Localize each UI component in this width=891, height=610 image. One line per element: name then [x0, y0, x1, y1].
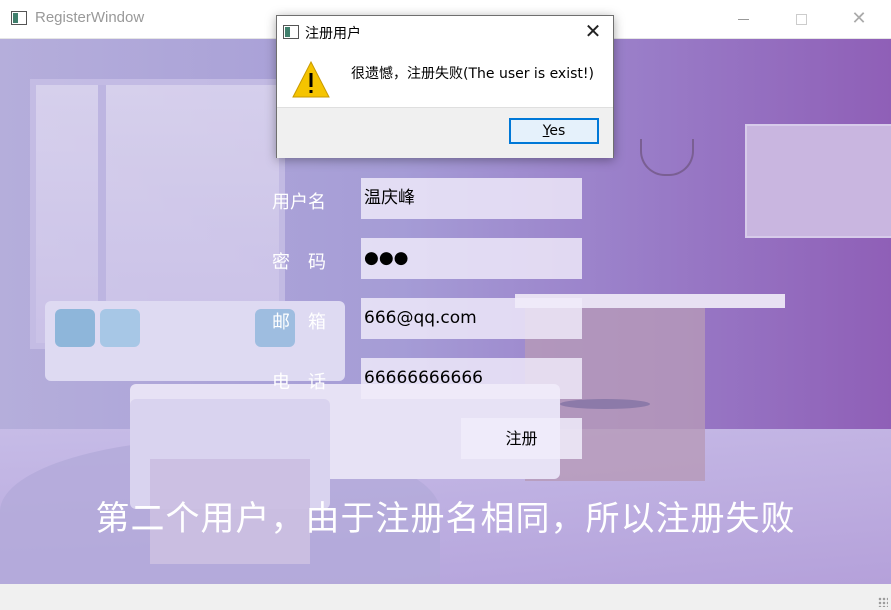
- minimize-icon: [737, 18, 749, 20]
- app-icon: [11, 11, 27, 25]
- close-button[interactable]: ✕: [836, 0, 882, 38]
- maximize-button[interactable]: [778, 0, 824, 38]
- email-input[interactable]: 666@qq.com: [361, 298, 582, 339]
- email-label: 邮 箱: [272, 312, 326, 333]
- phone-input[interactable]: 66666666666: [361, 358, 582, 399]
- password-input[interactable]: ●●●: [361, 238, 582, 279]
- yes-button[interactable]: Yes: [509, 118, 599, 144]
- dialog-button-row: Yes: [277, 107, 613, 158]
- dialog-title: 注册用户: [305, 26, 361, 42]
- username-label: 用户名: [272, 192, 326, 213]
- message-dialog: 注册用户 ✕ 很遗憾，注册失败(The user is exist!) Yes: [276, 15, 614, 158]
- register-button[interactable]: 注册: [461, 418, 582, 459]
- dialog-close-button[interactable]: ✕: [573, 16, 613, 47]
- background-stool: [560, 399, 650, 409]
- dialog-app-icon: [283, 25, 299, 39]
- warning-icon: [292, 60, 330, 98]
- yes-label: es: [549, 123, 566, 139]
- minimize-button[interactable]: [720, 0, 766, 38]
- resize-grip-icon[interactable]: [878, 597, 888, 607]
- password-label: 密 码: [272, 252, 326, 273]
- maximize-icon: [795, 13, 807, 25]
- background-kitchen: [745, 124, 891, 238]
- close-icon: ✕: [851, 8, 867, 29]
- status-bar: [0, 584, 891, 610]
- dialog-title-bar[interactable]: 注册用户 ✕: [277, 16, 613, 47]
- close-icon: ✕: [584, 19, 602, 43]
- dialog-message: 很遗憾，注册失败(The user is exist!): [351, 66, 594, 82]
- background-pillow: [55, 309, 95, 347]
- window-title: RegisterWindow: [35, 9, 145, 26]
- username-input[interactable]: 温庆峰: [361, 178, 582, 219]
- caption-text: 第二个用户，由于注册名相同，所以注册失败: [95, 499, 796, 539]
- phone-label: 电 话: [272, 372, 326, 393]
- background-pillow: [100, 309, 140, 347]
